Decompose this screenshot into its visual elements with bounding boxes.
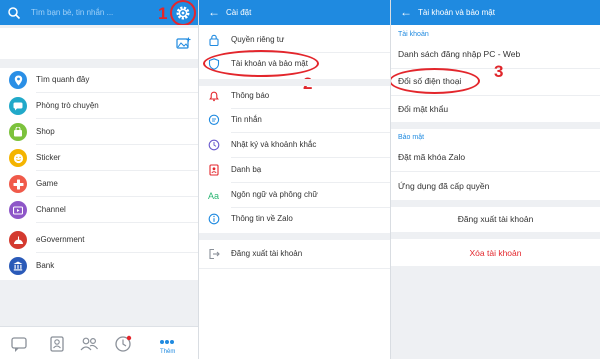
login-devices-item[interactable]: Danh sách đăng nhập PC - Web	[398, 49, 520, 59]
contacts-icon	[209, 164, 219, 176]
menu-item-label: eGovernment	[36, 235, 85, 244]
section-header-account: Tài khoản	[398, 31, 429, 38]
tab-more-label: Thêm	[160, 349, 176, 355]
section-header-security: Bảo mật	[398, 134, 425, 141]
account-security-header: ← Tài khoản và bảo mật	[391, 0, 600, 25]
menu-item-label: Sticker	[36, 153, 61, 162]
menu-item-bank[interactable]: Bank	[0, 254, 198, 278]
page-title: Cài đặt	[226, 8, 252, 17]
search-header: Tìm bạn bè, tin nhắn ...	[0, 0, 198, 25]
menu-item-shop[interactable]: Shop	[0, 120, 198, 144]
settings-screen: ← Cài đặt Quyền riêng tư Tài khoản và bả…	[199, 0, 390, 359]
egovernment-icon	[9, 231, 27, 249]
tab-contacts-icon[interactable]	[46, 333, 68, 355]
menu-item-label: Phòng trò chuyện	[36, 101, 99, 110]
change-password-item[interactable]: Đổi mật khẩu	[398, 104, 448, 114]
svg-text:Aa: Aa	[208, 191, 219, 201]
tab-groups-icon[interactable]	[78, 333, 100, 355]
settings-item-privacy[interactable]: Quyền riêng tư	[199, 28, 390, 52]
menu-item-label: Shop	[36, 127, 55, 136]
account-security-screen: ← Tài khoản và bảo mật Tài khoản Danh sá…	[391, 0, 600, 359]
settings-item-label: Ngôn ngữ và phông chữ	[231, 190, 318, 199]
lock-icon	[209, 34, 219, 46]
settings-item-language-font[interactable]: Aa Ngôn ngữ và phông chữ	[199, 183, 390, 207]
bell-icon	[209, 91, 219, 102]
settings-item-label: Tin nhắn	[231, 115, 262, 124]
menu-item-game[interactable]: Game	[0, 172, 198, 196]
settings-item-messages[interactable]: Tin nhắn	[199, 108, 390, 132]
annotation-circle-settings	[170, 0, 196, 26]
delete-account-button[interactable]: Xóa tài khoản	[391, 248, 600, 258]
menu-item-label: Bank	[36, 261, 55, 270]
settings-item-about-zalo[interactable]: Thông tin về Zalo	[199, 207, 390, 231]
settings-item-label: Nhật ký và khoảnh khắc	[231, 140, 317, 149]
menu-item-channel[interactable]: Channel	[0, 198, 198, 222]
location-icon	[9, 71, 27, 89]
tab-timeline-icon[interactable]	[112, 333, 134, 355]
shop-icon	[9, 123, 27, 141]
settings-item-label: Thông tin về Zalo	[231, 214, 293, 223]
settings-item-label: Thông báo	[231, 91, 270, 100]
tab-messages-icon[interactable]	[8, 333, 30, 355]
settings-item-notifications[interactable]: Thông báo	[199, 84, 390, 108]
annotation-circle-change-phone	[391, 68, 480, 94]
logout-button[interactable]: Đăng xuất tài khoản	[391, 214, 600, 224]
settings-item-label: Danh bạ	[231, 165, 262, 174]
annotation-step-1: 1	[158, 4, 168, 23]
menu-item-label: Game	[36, 179, 58, 188]
settings-item-logout[interactable]: Đăng xuất tài khoản	[199, 242, 390, 266]
back-arrow-icon[interactable]: ←	[208, 4, 220, 21]
bank-icon	[9, 257, 27, 275]
settings-item-label: Đăng xuất tài khoản	[231, 249, 303, 258]
set-lock-code-item[interactable]: Đặt mã khóa Zalo	[398, 152, 465, 162]
annotation-step-3: 3	[494, 62, 504, 81]
menu-item-nearby[interactable]: Tìm quanh đây	[0, 68, 198, 92]
settings-item-timeline[interactable]: Nhật ký và khoảnh khắc	[199, 133, 390, 157]
search-input[interactable]: Tìm bạn bè, tin nhắn ...	[31, 8, 113, 17]
settings-header: ← Cài đặt	[199, 0, 390, 25]
info-icon	[208, 213, 220, 225]
settings-item-contacts[interactable]: Danh bạ	[199, 158, 390, 182]
menu-item-egovernment[interactable]: eGovernment	[0, 228, 198, 252]
chat-room-icon	[9, 97, 27, 115]
search-icon[interactable]	[7, 6, 21, 20]
sticker-icon	[9, 149, 27, 167]
channel-icon	[9, 201, 27, 219]
menu-item-sticker[interactable]: Sticker	[0, 146, 198, 170]
font-icon: Aa	[208, 191, 219, 201]
message-icon	[208, 114, 220, 125]
back-arrow-icon[interactable]: ←	[400, 4, 412, 21]
add-photo-icon[interactable]	[176, 37, 191, 50]
menu-item-label: Channel	[36, 205, 66, 214]
menu-item-chat-rooms[interactable]: Phòng trò chuyện	[0, 94, 198, 118]
logout-icon	[209, 248, 220, 260]
annotation-circle-account-security	[203, 50, 319, 77]
more-screen: Tìm bạn bè, tin nhắn ... 1 Tìm quanh đây…	[0, 0, 198, 359]
settings-item-label: Quyền riêng tư	[231, 35, 285, 44]
granted-apps-item[interactable]: Ứng dụng đã cấp quyền	[398, 181, 489, 191]
menu-item-label: Tìm quanh đây	[36, 75, 90, 84]
clock-icon	[208, 139, 220, 151]
game-icon	[9, 175, 27, 193]
page-title: Tài khoản và bảo mật	[418, 8, 495, 17]
